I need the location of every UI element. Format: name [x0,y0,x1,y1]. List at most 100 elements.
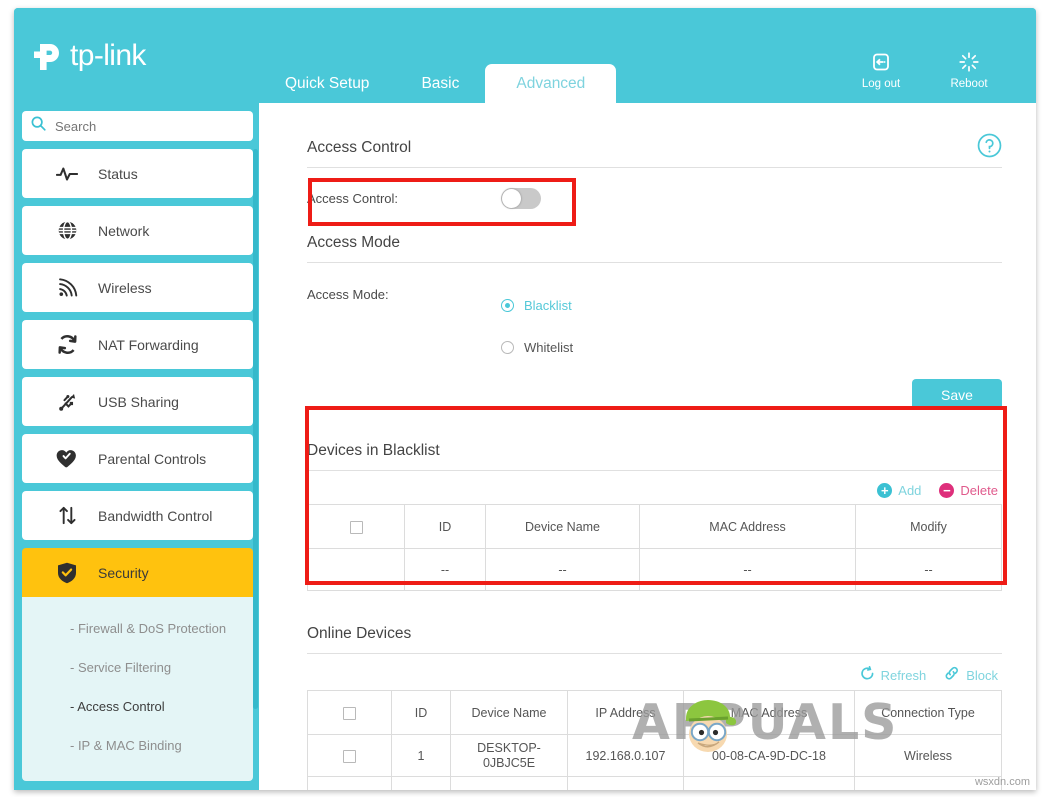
table-row: 1 DESKTOP-0JBJC5E 192.168.0.107 00-08-CA… [307,734,1002,777]
submenu-item-service-filtering[interactable]: - Service Filtering [22,648,253,687]
search-box[interactable] [22,111,253,141]
blacklist-cell-device-name: -- [485,548,640,591]
tab-advanced[interactable]: Advanced [485,64,617,103]
search-input[interactable] [55,118,225,134]
sidebar-item-label: Status [98,165,138,182]
radio-option-whitelist[interactable]: Whitelist [501,329,573,365]
submenu-item-access-control[interactable]: - Access Control [22,687,253,726]
app-header: tp-link Quick Setup Basic Advanced Log o… [14,8,1036,103]
sidebar-item-label: Parental Controls [98,450,207,467]
wsxdn-watermark: wsxdn.com [974,776,1030,788]
sidebar-item-label: Bandwidth Control [98,507,213,524]
online-col-mac: MAC Address [683,690,855,735]
submenu-item-firewall-dos-protection[interactable]: - Firewall & DoS Protection [22,609,253,648]
tplink-logo-text: tp-link [70,39,146,72]
tab-basic[interactable]: Basic [395,64,485,103]
blacklist-tools: + Add − Delete [307,471,1002,504]
add-label: Add [898,483,922,498]
access-mode-section-title: Access Mode [307,228,1002,263]
save-button[interactable]: Save [912,379,1002,410]
router-admin-window: tp-link Quick Setup Basic Advanced Log o… [14,8,1036,790]
reboot-label: Reboot [950,78,988,90]
block-button[interactable]: Block [944,666,998,684]
table-row: -- -- -- -- [307,548,1002,591]
delete-label: Delete [960,483,998,498]
radio-whitelist-icon[interactable] [501,340,514,354]
security-submenu: - Firewall & DoS Protection - Service Fi… [22,597,253,781]
toggle-knob [502,188,521,208]
up-down-arrows-icon [54,505,80,526]
sidebar-item-network[interactable]: Network [22,206,253,255]
sidebar-item-wireless[interactable]: Wireless [22,263,253,312]
sidebar-item-label: Network [98,222,150,239]
blacklist-table: ID Device Name MAC Address Modify -- -- … [307,504,1002,591]
main-nav-tabs: Quick Setup Basic Advanced [259,64,617,104]
refresh-button[interactable]: Refresh [860,666,927,684]
online-col-id: ID [391,690,451,735]
select-all-checkbox[interactable] [343,706,356,720]
sidebar: Status Network Wireless [14,103,259,790]
sidebar-item-parental-controls[interactable]: Parental Controls [22,434,253,483]
radio-blacklist-icon[interactable] [501,298,514,312]
online-col-device-name: Device Name [450,690,568,735]
sidebar-item-bandwidth-control[interactable]: Bandwidth Control [22,491,253,540]
access-mode-options: Blacklist Whitelist [501,287,573,365]
access-control-label: Access Control: [307,190,399,206]
sidebar-item-label: Wireless [98,279,152,296]
sidebar-item-security[interactable]: Security [22,548,253,597]
sidebar-scrollbar-thumb[interactable] [253,149,258,709]
blacklist-col-id: ID [404,504,486,549]
heart-icon [54,449,80,469]
blacklist-col-device-name: Device Name [485,504,640,549]
blacklist-section-title: Devices in Blacklist [307,436,1002,471]
blacklist-cell-modify: -- [855,548,1002,591]
circle-minus-icon: − [939,483,955,498]
blacklist-row-select[interactable] [307,548,405,591]
globe-icon [54,220,80,241]
row-checkbox[interactable] [343,749,356,763]
sidebar-item-label: Security [98,564,149,581]
tab-quick-setup[interactable]: Quick Setup [259,64,395,103]
sidebar-item-status[interactable]: Status [22,149,253,198]
delete-button[interactable]: − Delete [939,483,998,498]
online-cell-ip: 192.168.0.102 [567,776,684,790]
question-mark-icon[interactable] [977,133,1002,163]
access-control-toggle[interactable] [501,187,541,209]
reboot-button[interactable]: Reboot [940,50,998,90]
sidebar-item-nat-forwarding[interactable]: NAT Forwarding [22,320,253,369]
logout-label: Log out [861,78,901,90]
refresh-label: Refresh [880,667,927,683]
circle-plus-icon: + [877,483,893,498]
access-control-section-title: Access Control [307,133,1002,168]
wifi-icon [54,277,80,298]
radio-option-blacklist[interactable]: Blacklist [501,287,573,323]
refresh-circle-icon [54,334,80,355]
table-header-row: ID Device Name MAC Address Modify [307,504,1002,549]
add-button[interactable]: + Add [877,483,921,498]
search-icon [30,115,47,137]
online-row-select [307,734,392,777]
logout-button[interactable]: Log out [852,50,910,90]
table-row: 2 Unknown 192.168.0.102 C8-63-F1-B1-88-5… [307,776,1002,790]
table-header-row: ID Device Name IP Address MAC Address Co… [307,690,1002,735]
sidebar-item-label: USB Sharing [98,393,179,410]
online-cell-id: 2 [391,776,451,790]
shield-check-icon [54,562,80,584]
select-all-checkbox[interactable] [349,520,363,534]
usb-icon [54,391,80,412]
sidebar-item-usb-sharing[interactable]: USB Sharing [22,377,253,426]
online-devices-table: ID Device Name IP Address MAC Address Co… [307,690,1002,790]
blacklist-col-mac: MAC Address [639,504,856,549]
online-row-select [307,776,392,790]
tplink-logo-mark [28,36,68,76]
submenu-item-ip-mac-binding[interactable]: - IP & MAC Binding [22,726,253,765]
radio-whitelist-label: Whitelist [524,339,574,355]
online-devices-tools: Refresh Block [307,654,1002,690]
online-cell-mac: C8-63-F1-B1-88-50 [683,776,855,790]
blacklist-col-modify: Modify [855,504,1002,549]
online-devices-section-title: Online Devices [307,619,1002,654]
radio-blacklist-label: Blacklist [524,297,572,313]
link-icon [944,666,960,684]
pulse-icon [54,165,80,183]
online-cell-connection-type: Wireless [854,734,1002,777]
